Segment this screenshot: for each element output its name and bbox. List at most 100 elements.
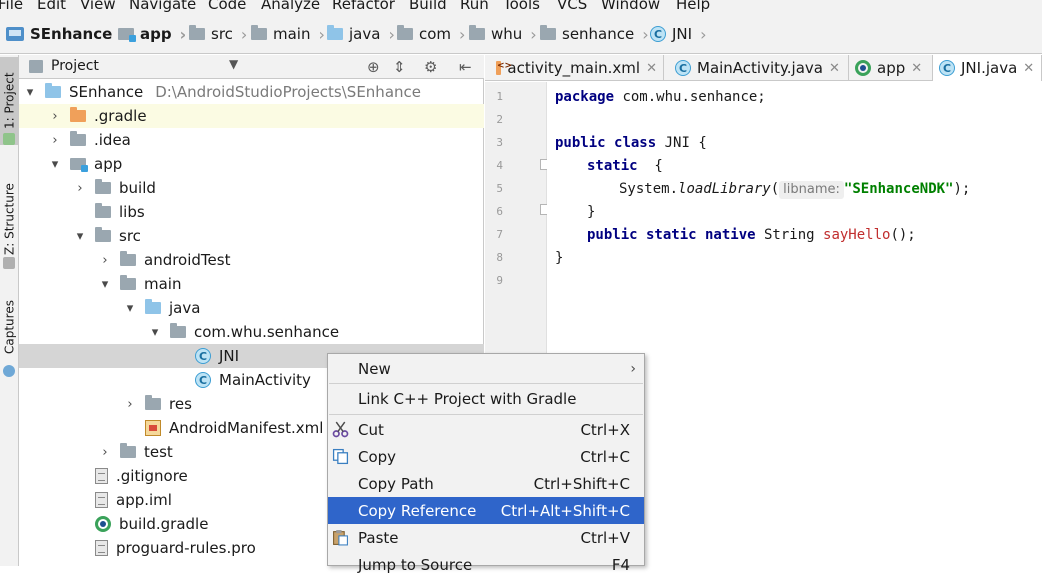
project-tool-tab[interactable]: 1: Project	[0, 57, 19, 145]
class-icon: C	[195, 348, 211, 364]
class-icon: C	[650, 26, 666, 42]
line-number: 6	[496, 205, 503, 218]
tree-item-label: .gitignore	[116, 467, 188, 485]
close-icon[interactable]: ✕	[646, 61, 657, 76]
close-icon[interactable]: ✕	[1023, 61, 1034, 76]
folder-icon	[95, 227, 111, 242]
tree-item[interactable]: ▾ src	[19, 224, 484, 248]
menu-code[interactable]: Code	[208, 0, 246, 14]
crumb-src[interactable]: src ›	[189, 14, 247, 54]
class-icon: C	[675, 60, 691, 76]
locate-target-icon[interactable]: ⊕	[367, 57, 380, 77]
chevron-right-icon[interactable]: ›	[48, 133, 62, 148]
code-text: {	[637, 158, 663, 174]
tab-activity-main-xml[interactable]: activity_main.xml ✕	[490, 55, 664, 81]
chevron-down-icon[interactable]: ▾	[98, 277, 112, 292]
chevron-right-icon: ›	[700, 24, 707, 44]
menu-item-copy-path[interactable]: Copy Path Ctrl+Shift+C	[328, 470, 644, 497]
class-icon: C	[939, 60, 955, 76]
tab-jni-java[interactable]: C JNI.java ✕	[933, 55, 1042, 81]
tree-item[interactable]: › .gradle	[19, 104, 484, 128]
chevron-down-icon[interactable]: ▾	[123, 301, 137, 316]
close-icon[interactable]: ✕	[829, 61, 840, 76]
crumb-app[interactable]: app ›	[118, 14, 186, 54]
project-icon	[45, 83, 61, 98]
chevron-right-icon[interactable]: ›	[98, 253, 112, 268]
module-icon	[70, 158, 88, 172]
menu-item-cut[interactable]: Cut Ctrl+X	[328, 416, 644, 443]
tree-item[interactable]: ▾ app	[19, 152, 484, 176]
view-mode-dropdown-icon[interactable]: ▼	[229, 57, 238, 71]
code-text: com.whu.senhance;	[614, 89, 766, 105]
menu-vcs[interactable]: VCS	[557, 0, 587, 14]
tab-mainactivity-java[interactable]: C MainActivity.java ✕	[669, 55, 849, 81]
chevron-down-icon[interactable]: ▾	[73, 229, 87, 244]
crumb-senhance[interactable]: SEnhance ›	[6, 14, 127, 54]
tree-item-label: androidTest	[144, 251, 231, 269]
editor-tab-bar: activity_main.xml ✕ C MainActivity.java …	[485, 55, 1042, 81]
folder-orange-icon	[70, 107, 86, 122]
menu-window[interactable]: Window	[601, 0, 660, 14]
menu-file[interactable]: File	[0, 0, 23, 14]
close-icon[interactable]: ✕	[911, 61, 922, 76]
crumb-java[interactable]: java ›	[327, 14, 395, 54]
crumb-label: JNI	[672, 25, 693, 43]
chevron-right-icon[interactable]: ›	[73, 181, 87, 196]
crumb-senhance-package[interactable]: senhance ›	[540, 14, 649, 54]
method-name: loadLibrary	[678, 181, 771, 197]
hide-panel-icon[interactable]: ⇤	[459, 57, 472, 77]
menu-view[interactable]: View	[80, 0, 116, 14]
keyword: class	[614, 135, 657, 151]
tree-item-label: AndroidManifest.xml	[169, 419, 324, 437]
tree-item[interactable]: › .idea	[19, 128, 484, 152]
menu-shortcut: Ctrl+C	[580, 447, 630, 466]
package-icon	[170, 323, 186, 338]
crumb-label: java	[349, 25, 381, 43]
chevron-right-icon[interactable]: ›	[98, 445, 112, 460]
menu-item-label: Paste	[358, 528, 399, 547]
chevron-right-icon[interactable]: ›	[123, 397, 137, 412]
tree-item[interactable]: ▾ main	[19, 272, 484, 296]
menu-help[interactable]: Help	[676, 0, 710, 14]
menu-build[interactable]: Build	[409, 0, 447, 14]
menu-item-new[interactable]: New ›	[328, 355, 644, 382]
menu-item-copy[interactable]: Copy Ctrl+C	[328, 443, 644, 470]
menu-item-copy-reference[interactable]: Copy Reference Ctrl+Alt+Shift+C	[328, 497, 644, 524]
tab-app[interactable]: app ✕	[849, 55, 933, 81]
tree-item[interactable]: ▾ SEnhance D:\AndroidStudioProjects\SEnhan…	[19, 80, 484, 104]
chevron-right-icon[interactable]: ›	[48, 109, 62, 124]
tree-item-label: .gradle	[94, 107, 147, 125]
menu-run[interactable]: Run	[460, 0, 489, 14]
copy-icon	[332, 448, 349, 465]
crumb-jni[interactable]: C JNI ›	[650, 14, 706, 54]
context-menu: New › Link C++ Project with Gradle Cut C…	[327, 353, 645, 574]
menu-item-jump-to-source[interactable]: Jump to Source F4	[328, 551, 644, 578]
captures-tool-tab[interactable]: Captures	[0, 293, 19, 361]
chevron-down-icon[interactable]: ▾	[48, 157, 62, 172]
gear-icon[interactable]: ⚙	[424, 57, 437, 77]
menu-refactor[interactable]: Refactor	[332, 0, 395, 14]
tree-item[interactable]: libs	[19, 200, 484, 224]
crumb-com[interactable]: com ›	[397, 14, 465, 54]
tree-item[interactable]: › build	[19, 176, 484, 200]
menu-item-paste[interactable]: Paste Ctrl+V	[328, 524, 644, 551]
chevron-down-icon[interactable]: ▾	[148, 325, 162, 340]
tree-item[interactable]: ▾ java	[19, 296, 484, 320]
menu-tools[interactable]: Tools	[503, 0, 540, 14]
crumb-main[interactable]: main ›	[251, 14, 325, 54]
menu-separator	[329, 414, 643, 415]
gradle-icon	[95, 516, 111, 532]
menu-item-link-cpp[interactable]: Link C++ Project with Gradle	[328, 385, 644, 412]
tree-item[interactable]: › androidTest	[19, 248, 484, 272]
captures-icon	[3, 365, 15, 377]
structure-tool-tab[interactable]: Z: Structure	[0, 173, 19, 265]
tree-item[interactable]: ▾ com.whu.senhance	[19, 320, 484, 344]
crumb-whu[interactable]: whu ›	[469, 14, 537, 54]
menu-analyze[interactable]: Analyze	[261, 0, 320, 14]
menu-edit[interactable]: Edit	[37, 0, 66, 14]
menu-navigate[interactable]: Navigate	[129, 0, 196, 14]
code-text: (	[770, 181, 780, 197]
collapse-all-icon[interactable]: ⇕	[393, 57, 406, 77]
project-path: D:\AndroidStudioProjects\SEnhance	[155, 83, 421, 101]
chevron-down-icon[interactable]: ▾	[23, 85, 37, 100]
